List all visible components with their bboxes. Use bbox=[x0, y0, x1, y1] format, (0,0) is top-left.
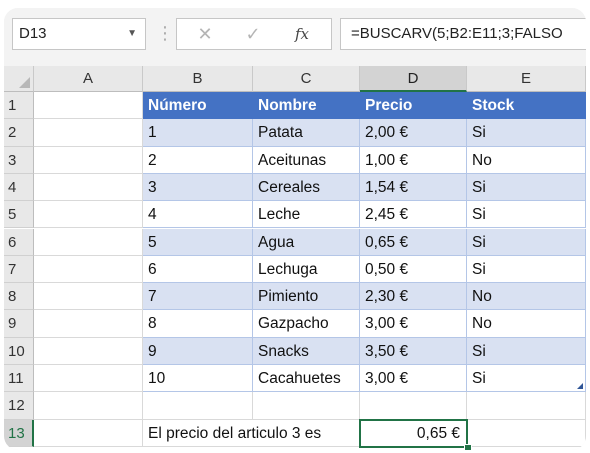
table-cell[interactable]: Si bbox=[467, 255, 586, 284]
cell-a10[interactable] bbox=[34, 337, 143, 365]
cell-empty[interactable] bbox=[467, 392, 586, 420]
row-header-10[interactable]: 10 bbox=[4, 337, 34, 365]
row-header-8[interactable]: 8 bbox=[4, 283, 34, 311]
row-header-9[interactable]: 9 bbox=[4, 310, 34, 338]
row-header-7[interactable]: 7 bbox=[4, 255, 34, 284]
table-cell[interactable]: 6 bbox=[143, 255, 253, 284]
row-header-6[interactable]: 6 bbox=[4, 228, 34, 256]
table-cell[interactable]: 1,00 € bbox=[360, 146, 467, 174]
table-cell[interactable]: Agua bbox=[253, 228, 360, 256]
row-header-4[interactable]: 4 bbox=[4, 173, 34, 202]
row-header-5[interactable]: 5 bbox=[4, 201, 34, 229]
table-cell[interactable]: 4 bbox=[143, 201, 253, 229]
table-cell[interactable]: 2 bbox=[143, 146, 253, 174]
table-cell[interactable]: 0,50 € bbox=[360, 255, 467, 284]
table-cell[interactable]: Si bbox=[467, 119, 586, 147]
table-cell[interactable]: Si bbox=[467, 337, 586, 365]
table-cell[interactable]: 1,54 € bbox=[360, 173, 467, 202]
row-header-1[interactable]: 1 bbox=[4, 92, 34, 120]
row-header-12[interactable]: 12 bbox=[4, 392, 34, 420]
table-cell[interactable]: 0,65 € bbox=[360, 228, 467, 256]
formula-input[interactable]: =BUSCARV(5;B2:E11;3;FALSO bbox=[340, 18, 586, 50]
table-cell[interactable]: Si bbox=[467, 228, 586, 256]
cell-a4[interactable] bbox=[34, 173, 143, 202]
enter-icon[interactable]: ✓ bbox=[239, 19, 267, 49]
cell-a1[interactable] bbox=[34, 92, 143, 120]
table-cell[interactable]: Leche bbox=[253, 201, 360, 229]
table-cell[interactable]: 5 bbox=[143, 228, 253, 256]
table-cell[interactable]: 3,00 € bbox=[360, 310, 467, 338]
table-cell[interactable]: 10 bbox=[143, 365, 253, 393]
cell-a12[interactable] bbox=[34, 392, 143, 420]
active-cell-outline bbox=[359, 418, 468, 448]
select-all-button[interactable] bbox=[4, 66, 34, 92]
table-cell[interactable]: 8 bbox=[143, 310, 253, 338]
spreadsheet-grid: A B C D E 1 2 3 4 5 6 7 8 9 10 11 12 13 Número Nombre Precio… bbox=[4, 66, 586, 450]
cell-a13[interactable] bbox=[34, 419, 143, 447]
column-header-d[interactable]: D bbox=[360, 66, 467, 92]
name-box[interactable]: D13 ▼ bbox=[12, 18, 146, 50]
cell-empty[interactable] bbox=[143, 392, 253, 420]
table-cell[interactable]: Si bbox=[467, 365, 586, 393]
table-cell[interactable]: Snacks bbox=[253, 337, 360, 365]
cell-a6[interactable] bbox=[34, 228, 143, 256]
table-header-cell[interactable]: Nombre bbox=[253, 92, 360, 120]
row-header-3[interactable]: 3 bbox=[4, 146, 34, 174]
fill-handle[interactable] bbox=[464, 443, 472, 450]
table-cell[interactable]: Aceitunas bbox=[253, 146, 360, 174]
name-box-value: D13 bbox=[19, 25, 47, 42]
column-header-e[interactable]: E bbox=[467, 66, 586, 92]
table-cell[interactable]: No bbox=[467, 310, 586, 338]
cell-a3[interactable] bbox=[34, 146, 143, 174]
table-cell[interactable]: Pimiento bbox=[253, 283, 360, 311]
cell-a11[interactable] bbox=[34, 365, 143, 393]
drag-handle-icon[interactable]: ⋮ bbox=[156, 20, 174, 46]
cell-empty[interactable] bbox=[253, 392, 360, 420]
table-cell[interactable]: Cacahuetes bbox=[253, 365, 360, 393]
table-cell[interactable]: 3 bbox=[143, 173, 253, 202]
table-cell[interactable]: No bbox=[467, 146, 586, 174]
table-resize-handle[interactable] bbox=[577, 383, 583, 390]
cell-a2[interactable] bbox=[34, 119, 143, 147]
table-cell[interactable]: 3,50 € bbox=[360, 337, 467, 365]
row-header-2[interactable]: 2 bbox=[4, 119, 34, 147]
table-cell[interactable]: 2,00 € bbox=[360, 119, 467, 147]
row-header-11[interactable]: 11 bbox=[4, 365, 34, 393]
table-cell[interactable]: Patata bbox=[253, 119, 360, 147]
cell-empty[interactable] bbox=[360, 392, 467, 420]
table-cell[interactable]: Cereales bbox=[253, 173, 360, 202]
table-cell[interactable]: 9 bbox=[143, 337, 253, 365]
table-cell[interactable]: 1 bbox=[143, 119, 253, 147]
cell-a5[interactable] bbox=[34, 201, 143, 229]
excel-window: D13 ▼ ⋮ ✕ ✓ fx =BUSCARV(5;B2:E11;3;FALSO… bbox=[4, 8, 586, 450]
table-cell[interactable]: 7 bbox=[143, 283, 253, 311]
table-cell[interactable]: 2,45 € bbox=[360, 201, 467, 229]
table-cell[interactable]: Si bbox=[467, 173, 586, 202]
table-header-cell[interactable]: Precio bbox=[360, 92, 467, 120]
table-cell[interactable]: Gazpacho bbox=[253, 310, 360, 338]
cell-empty[interactable] bbox=[467, 419, 586, 447]
table-header-cell[interactable]: Número bbox=[143, 92, 253, 120]
table-cell[interactable]: 2,30 € bbox=[360, 283, 467, 311]
result-label[interactable]: El precio del articulo 3 es bbox=[143, 420, 360, 447]
cell-a9[interactable] bbox=[34, 310, 143, 338]
cell-a7[interactable] bbox=[34, 255, 143, 284]
insert-function-icon[interactable]: fx bbox=[285, 19, 319, 49]
chevron-down-icon[interactable]: ▼ bbox=[127, 19, 137, 49]
column-header-c[interactable]: C bbox=[253, 66, 360, 92]
formula-buttons: ✕ ✓ fx bbox=[176, 18, 332, 50]
cancel-icon[interactable]: ✕ bbox=[191, 19, 219, 49]
cell-a8[interactable] bbox=[34, 283, 143, 311]
table-header-cell[interactable]: Stock bbox=[467, 92, 586, 120]
row-header-13[interactable]: 13 bbox=[4, 419, 34, 447]
column-header-b[interactable]: B bbox=[143, 66, 253, 92]
formula-bar: D13 ▼ ⋮ ✕ ✓ fx =BUSCARV(5;B2:E11;3;FALSO bbox=[4, 8, 586, 58]
select-all-icon bbox=[19, 77, 30, 88]
column-header-a[interactable]: A bbox=[34, 66, 143, 92]
table-cell[interactable]: 3,00 € bbox=[360, 365, 467, 393]
table-cell[interactable]: No bbox=[467, 283, 586, 311]
table-cell[interactable]: Lechuga bbox=[253, 255, 360, 284]
table-cell[interactable]: Si bbox=[467, 201, 586, 229]
